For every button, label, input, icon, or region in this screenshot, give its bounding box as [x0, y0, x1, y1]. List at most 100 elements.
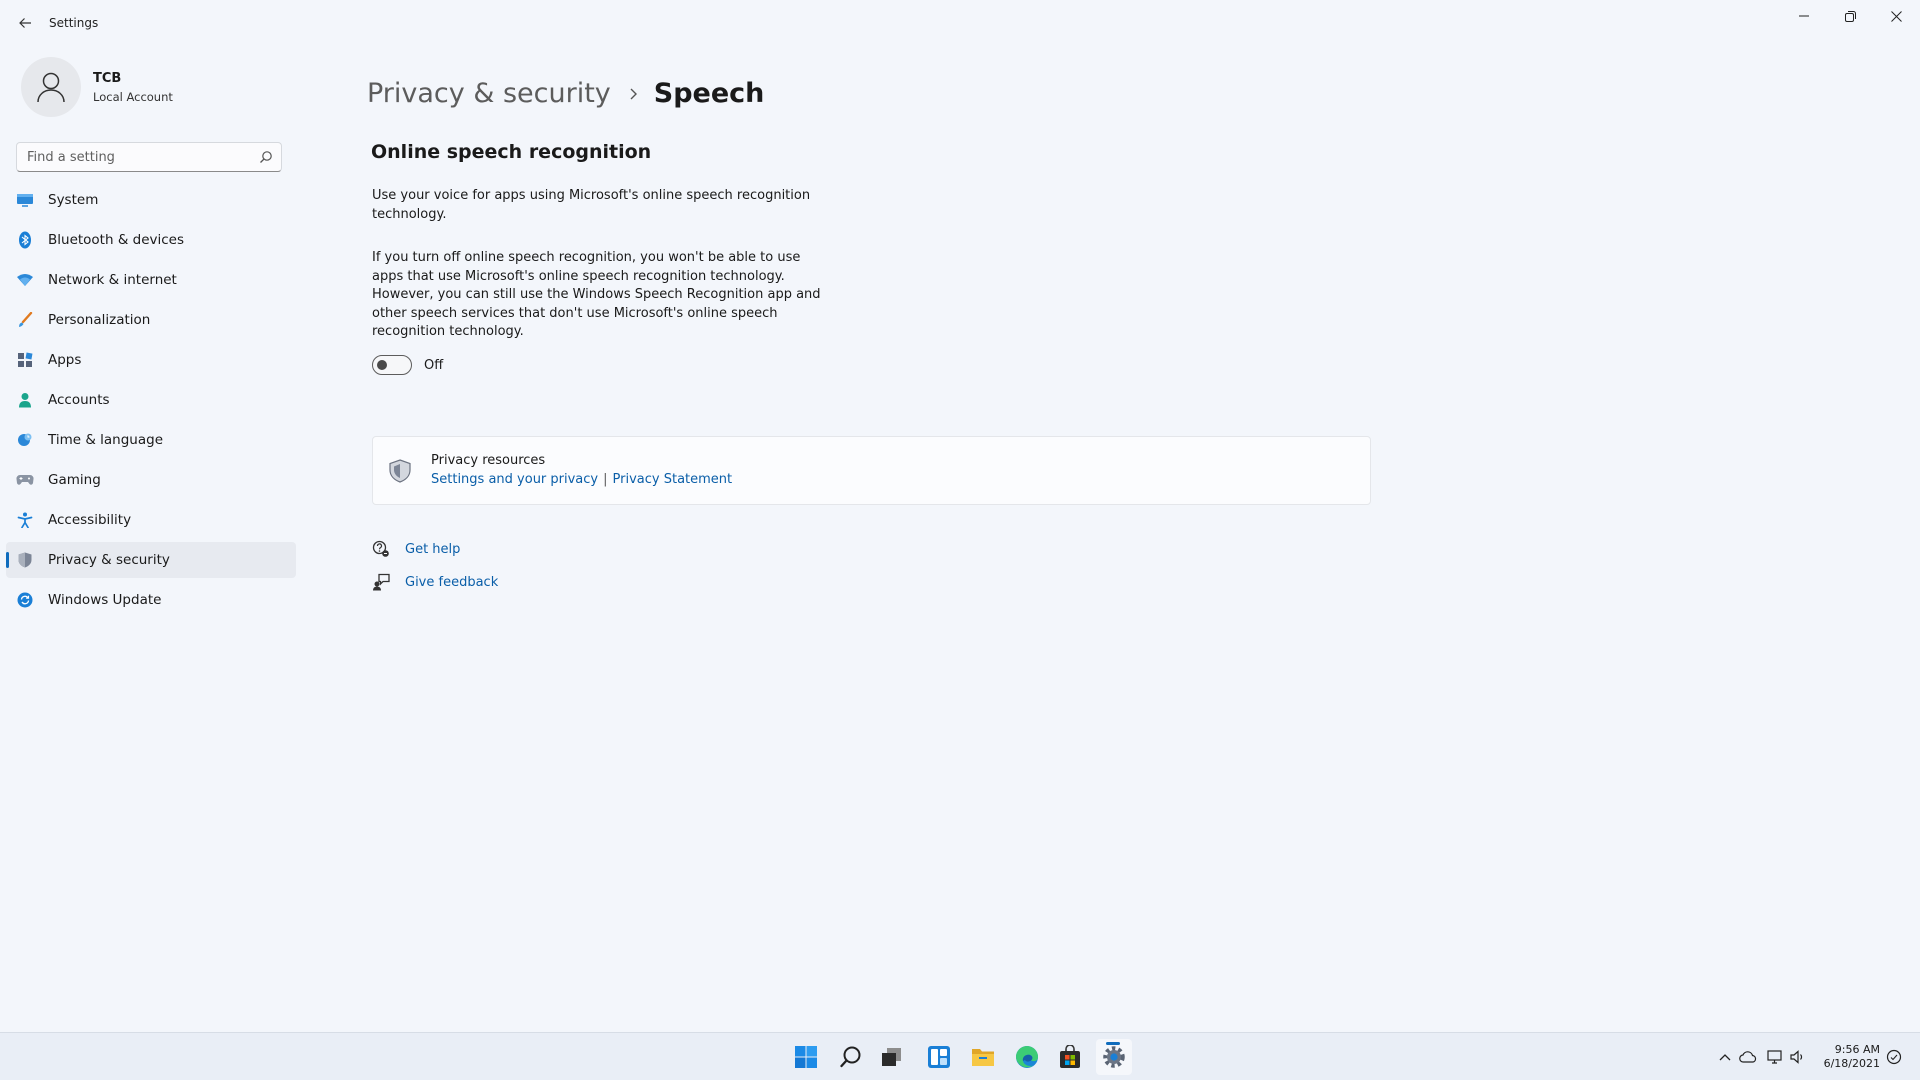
- sidebar-item-label: Time & language: [48, 432, 164, 448]
- volume-tray-button[interactable]: [1787, 1047, 1809, 1067]
- user-account-type: Local Account: [93, 90, 173, 104]
- speech-recognition-toggle-row: Off: [372, 354, 443, 376]
- app-title: Settings: [49, 16, 99, 30]
- privacy-resources-title: Privacy resources: [431, 453, 546, 468]
- taskbar: 9:56 AM 6/18/2021: [0, 1032, 1920, 1080]
- toggle-knob: [377, 360, 387, 370]
- minimize-icon: [1799, 15, 1809, 17]
- sidebar-item-system[interactable]: System: [6, 182, 296, 218]
- speech-recognition-toggle[interactable]: [372, 355, 412, 375]
- show-hidden-icons-button[interactable]: [1714, 1047, 1736, 1067]
- sidebar-item-privacy-security[interactable]: Privacy & security: [6, 542, 296, 578]
- clock-date: 6/18/2021: [1823, 1057, 1880, 1070]
- give-feedback-row[interactable]: Give feedback: [372, 571, 498, 593]
- settings-icon: [1103, 1046, 1125, 1068]
- get-help-link[interactable]: Get help: [405, 542, 460, 557]
- search-icon: [840, 1046, 861, 1068]
- toggle-state-label: Off: [424, 357, 444, 373]
- network-monitor-icon: [1767, 1050, 1782, 1064]
- bluetooth-icon: [16, 231, 34, 249]
- sidebar-item-personalization[interactable]: Personalization: [6, 302, 296, 338]
- sidebar-item-label: Windows Update: [48, 592, 162, 608]
- gamepad-icon: [16, 471, 34, 489]
- sidebar-item-label: System: [48, 192, 99, 208]
- privacy-resources-links: Settings and your privacy | Privacy Stat…: [431, 472, 732, 487]
- settings-and-privacy-link[interactable]: Settings and your privacy: [431, 472, 598, 487]
- back-arrow-icon: [19, 18, 31, 28]
- page-title: Speech: [653, 78, 765, 109]
- breadcrumb-parent[interactable]: Privacy & security: [367, 78, 611, 109]
- volume-icon: [1790, 1050, 1803, 1064]
- notification-icon: [1886, 1049, 1902, 1065]
- sidebar-item-label: Gaming: [48, 472, 101, 488]
- link-separator: |: [603, 472, 608, 487]
- sidebar-item-label: Accessibility: [48, 512, 132, 528]
- sidebar-item-label: Bluetooth & devices: [48, 232, 185, 248]
- sidebar-item-bluetooth[interactable]: Bluetooth & devices: [6, 222, 296, 258]
- user-name: TCB: [93, 71, 122, 86]
- network-tray-button[interactable]: [1763, 1047, 1787, 1067]
- title-bar: Settings: [0, 0, 1920, 48]
- search-input[interactable]: [17, 143, 255, 171]
- maximize-button[interactable]: [1827, 0, 1873, 32]
- sidebar-item-label: Apps: [48, 352, 82, 368]
- sidebar-item-label: Network & internet: [48, 272, 177, 288]
- wifi-icon: [16, 271, 34, 289]
- notifications-button[interactable]: [1882, 1047, 1906, 1067]
- sidebar-item-accessibility[interactable]: Accessibility: [6, 502, 296, 538]
- store-button[interactable]: [1052, 1039, 1088, 1075]
- globe-clock-icon: [16, 431, 34, 449]
- widgets-icon: [928, 1046, 950, 1068]
- privacy-resources-card: Privacy resources Settings and your priv…: [372, 436, 1371, 505]
- close-icon: [1890, 10, 1902, 22]
- shield-icon: [16, 551, 34, 569]
- active-app-indicator: [1106, 1042, 1120, 1045]
- chevron-right-icon: [629, 87, 638, 101]
- start-icon: [795, 1046, 817, 1068]
- search-box: [16, 142, 282, 172]
- close-button[interactable]: [1873, 0, 1919, 32]
- restore-icon: [1844, 10, 1856, 22]
- clock-time: 9:56 AM: [1834, 1043, 1880, 1056]
- taskbar-search-button[interactable]: [833, 1039, 869, 1075]
- help-chat-icon: [372, 540, 390, 558]
- user-card[interactable]: TCB Local Account: [21, 57, 281, 117]
- shield-icon: [389, 459, 411, 483]
- feedback-icon: [372, 573, 390, 591]
- taskbar-clock[interactable]: 9:56 AM 6/18/2021: [1812, 1043, 1880, 1071]
- store-icon: [1060, 1045, 1080, 1068]
- section-warning: If you turn off online speech recognitio…: [372, 250, 821, 339]
- privacy-statement-link[interactable]: Privacy Statement: [613, 472, 733, 487]
- section-description: Use your voice for apps using Microsoft'…: [372, 188, 811, 222]
- search-icon[interactable]: [259, 150, 273, 164]
- sidebar-item-label: Privacy & security: [48, 552, 170, 568]
- onedrive-button[interactable]: [1736, 1047, 1760, 1067]
- widgets-button[interactable]: [921, 1039, 957, 1075]
- apps-icon: [16, 351, 34, 369]
- brush-icon: [16, 311, 34, 329]
- sidebar-item-label: Accounts: [48, 392, 110, 408]
- file-explorer-icon: [972, 1049, 994, 1066]
- edge-button[interactable]: [1009, 1039, 1045, 1075]
- start-button[interactable]: [788, 1039, 824, 1075]
- give-feedback-link[interactable]: Give feedback: [405, 575, 498, 590]
- edge-icon: [1016, 1046, 1038, 1068]
- person-icon: [37, 72, 65, 103]
- sidebar-item-gaming[interactable]: Gaming: [6, 462, 296, 498]
- get-help-row[interactable]: Get help: [372, 538, 460, 560]
- monitor-icon: [16, 191, 34, 209]
- back-button[interactable]: [14, 12, 36, 34]
- task-view-button[interactable]: [874, 1039, 910, 1075]
- chevron-up-icon: [1719, 1054, 1731, 1061]
- task-view-icon: [882, 1048, 901, 1066]
- sidebar-item-apps[interactable]: Apps: [6, 342, 296, 378]
- sidebar-item-accounts[interactable]: Accounts: [6, 382, 296, 418]
- accessibility-icon: [16, 511, 34, 529]
- breadcrumb: Privacy & security Speech: [367, 78, 764, 109]
- sidebar-item-time-language[interactable]: Time & language: [6, 422, 296, 458]
- sidebar-item-windows-update[interactable]: Windows Update: [6, 582, 296, 618]
- sidebar-item-network[interactable]: Network & internet: [6, 262, 296, 298]
- file-explorer-button[interactable]: [965, 1039, 1001, 1075]
- avatar: [21, 57, 81, 117]
- minimize-button[interactable]: [1781, 0, 1827, 32]
